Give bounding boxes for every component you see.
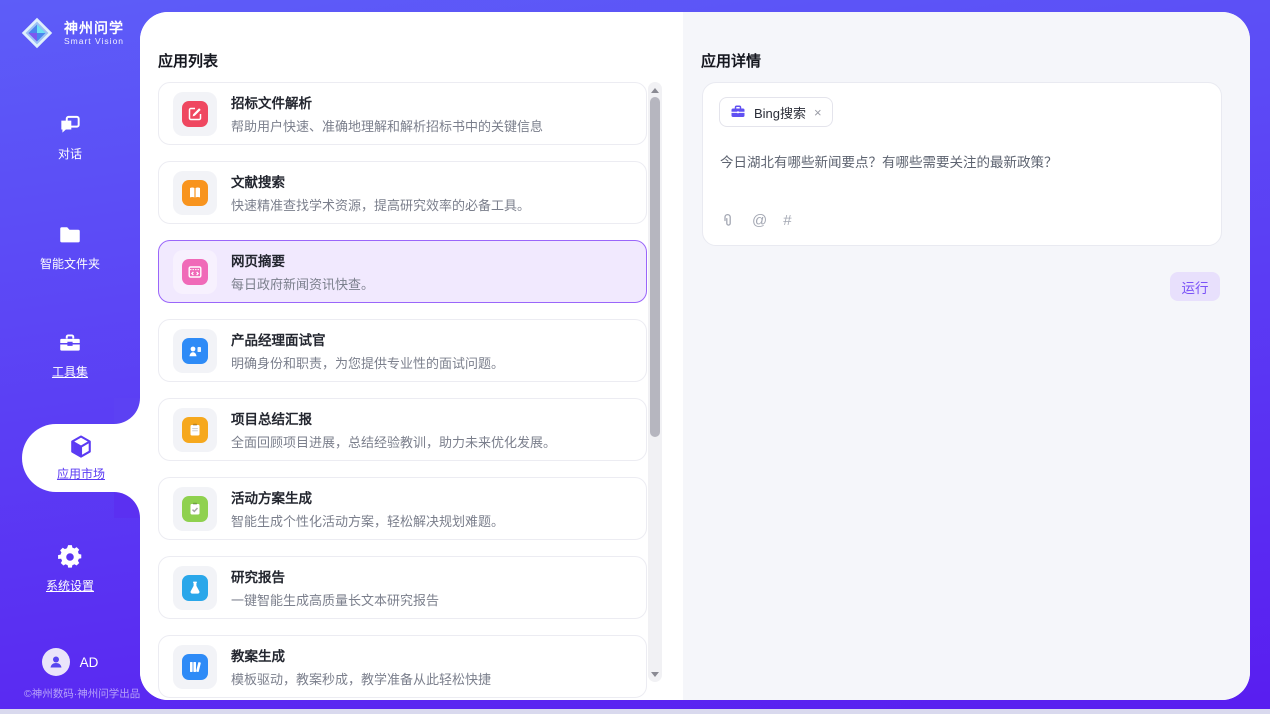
sidebar-item-label: 工具集: [52, 363, 88, 380]
chip-close-icon[interactable]: ×: [814, 105, 822, 120]
sidebar-item-toolset[interactable]: 工具集: [0, 330, 140, 380]
person-icon: [48, 654, 64, 670]
app-list-title: 应用列表: [158, 50, 218, 71]
prompt-card: Bing搜索 × 今日湖北有哪些新闻要点？有哪些需要关注的最新政策？ @ #: [702, 82, 1222, 246]
app-card-web-summary[interactable]: 网页摘要 每日政府新闻资讯快查。: [158, 240, 647, 303]
sidebar-item-label: 应用市场: [57, 465, 105, 482]
app-card-title: 教案生成: [231, 645, 491, 665]
brand-name: 神州问学: [64, 20, 124, 36]
edit-square-icon: [182, 101, 208, 127]
app-icon-box: [173, 329, 217, 373]
interviewer-icon: [182, 338, 208, 364]
briefcase-icon: [730, 104, 746, 120]
app-icon-box: [173, 487, 217, 531]
scroll-down-icon[interactable]: [648, 667, 662, 681]
sidebar-item-smart-folder[interactable]: 智能文件夹: [0, 222, 140, 272]
folder-icon: [57, 222, 83, 248]
hash-icon[interactable]: #: [783, 212, 791, 229]
mention-icon[interactable]: @: [752, 212, 767, 229]
app-icon-box: [173, 250, 217, 294]
copyright-text: ©神州数码·神州问学出品: [24, 686, 140, 701]
paperclip-icon[interactable]: [720, 213, 736, 229]
brand-tagline: Smart Vision: [64, 36, 124, 46]
main-content: 应用列表 招标文件解析 帮助用户快速、准确地理解和解析招标书中的关键信: [140, 12, 1250, 700]
app-card-title: 活动方案生成: [231, 487, 504, 507]
scroll-up-icon[interactable]: [648, 83, 662, 97]
report-note-icon: [182, 417, 208, 443]
cube-icon: [67, 433, 95, 461]
app-card-research-report[interactable]: 研究报告 一键智能生成高质量长文本研究报告: [158, 556, 647, 619]
bubble-concave-top: [114, 398, 140, 424]
app-card-pm-interviewer[interactable]: 产品经理面试官 明确身份和职责，为您提供专业性的面试问题。: [158, 319, 647, 382]
bottom-edge: [0, 709, 1270, 714]
gear-icon: [57, 544, 83, 570]
app-detail-title: 应用详情: [701, 50, 761, 71]
tool-chip-label: Bing搜索: [754, 103, 806, 122]
books-icon: [182, 654, 208, 680]
sidebar-item-app-market[interactable]: 应用市场: [22, 424, 140, 492]
sidebar-item-label: 对话: [58, 145, 82, 162]
query-input[interactable]: 今日湖北有哪些新闻要点？有哪些需要关注的最新政策？: [720, 151, 1205, 171]
app-card-desc: 一键智能生成高质量长文本研究报告: [231, 590, 439, 609]
app-detail-panel: 应用详情 Bing搜索 × 今日湖北有哪些新闻要点？有哪些需要关注的最新政策？: [683, 12, 1250, 700]
sidebar-item-label: 系统设置: [46, 577, 94, 594]
run-button[interactable]: 运行: [1170, 272, 1220, 301]
app-icon-box: [173, 566, 217, 610]
sidebar: 神州问学 Smart Vision 对话 智能文件夹 工具集: [0, 0, 140, 714]
sidebar-item-chat[interactable]: 对话: [0, 112, 140, 162]
app-icon-box: [173, 645, 217, 689]
app-card-desc: 明确身份和职责，为您提供专业性的面试问题。: [231, 353, 504, 372]
flask-icon: [182, 575, 208, 601]
app-card-event-plan[interactable]: 活动方案生成 智能生成个性化活动方案，轻松解决规划难题。: [158, 477, 647, 540]
app-card-title: 产品经理面试官: [231, 329, 504, 349]
app-card-desc: 模板驱动，教案秒成，教学准备从此轻松快捷: [231, 669, 491, 688]
sidebar-item-settings[interactable]: 系统设置: [0, 544, 140, 594]
scrollbar[interactable]: [648, 82, 662, 682]
scrollbar-thumb[interactable]: [650, 97, 660, 437]
app-window: 神州问学 Smart Vision 对话 智能文件夹 工具集: [0, 0, 1270, 714]
toolbox-icon: [57, 330, 83, 356]
brand-logo: 神州问学 Smart Vision: [18, 14, 124, 52]
app-card-title: 招标文件解析: [231, 92, 543, 112]
browser-code-icon: [182, 259, 208, 285]
app-icon-box: [173, 92, 217, 136]
composer-toolbar: @ #: [720, 212, 792, 229]
app-card-desc: 每日政府新闻资讯快查。: [231, 274, 374, 293]
app-card-lesson-plan[interactable]: 教案生成 模板驱动，教案秒成，教学准备从此轻松快捷: [158, 635, 647, 698]
user-initials: AD: [80, 655, 99, 670]
app-card-title: 项目总结汇报: [231, 408, 556, 428]
app-card-list: 招标文件解析 帮助用户快速、准确地理解和解析招标书中的关键信息: [158, 82, 647, 700]
chat-icon: [57, 112, 83, 138]
app-card-literature-search[interactable]: 文献搜索 快速精准查找学术资源，提高研究效率的必备工具。: [158, 161, 647, 224]
app-card-desc: 帮助用户快速、准确地理解和解析招标书中的关键信息: [231, 116, 543, 135]
app-card-title: 文献搜索: [231, 171, 530, 191]
tool-chip-bing-search[interactable]: Bing搜索 ×: [719, 97, 833, 127]
user-account[interactable]: AD: [0, 648, 140, 676]
app-icon-box: [173, 408, 217, 452]
app-card-title: 研究报告: [231, 566, 439, 586]
sidebar-item-label: 智能文件夹: [40, 255, 100, 272]
avatar: [42, 648, 70, 676]
app-card-desc: 智能生成个性化活动方案，轻松解决规划难题。: [231, 511, 504, 530]
app-card-desc: 全面回顾项目进展，总结经验教训，助力未来优化发展。: [231, 432, 556, 451]
app-icon-box: [173, 171, 217, 215]
bubble-concave-bottom: [114, 492, 140, 518]
app-card-desc: 快速精准查找学术资源，提高研究效率的必备工具。: [231, 195, 530, 214]
app-card-title: 网页摘要: [231, 250, 374, 270]
book-icon: [182, 180, 208, 206]
app-card-bid-parsing[interactable]: 招标文件解析 帮助用户快速、准确地理解和解析招标书中的关键信息: [158, 82, 647, 145]
clipboard-check-icon: [182, 496, 208, 522]
app-list-panel: 应用列表 招标文件解析 帮助用户快速、准确地理解和解析招标书中的关键信: [140, 12, 683, 700]
app-card-project-summary[interactable]: 项目总结汇报 全面回顾项目进展，总结经验教训，助力未来优化发展。: [158, 398, 647, 461]
diamond-logo-icon: [18, 14, 56, 52]
